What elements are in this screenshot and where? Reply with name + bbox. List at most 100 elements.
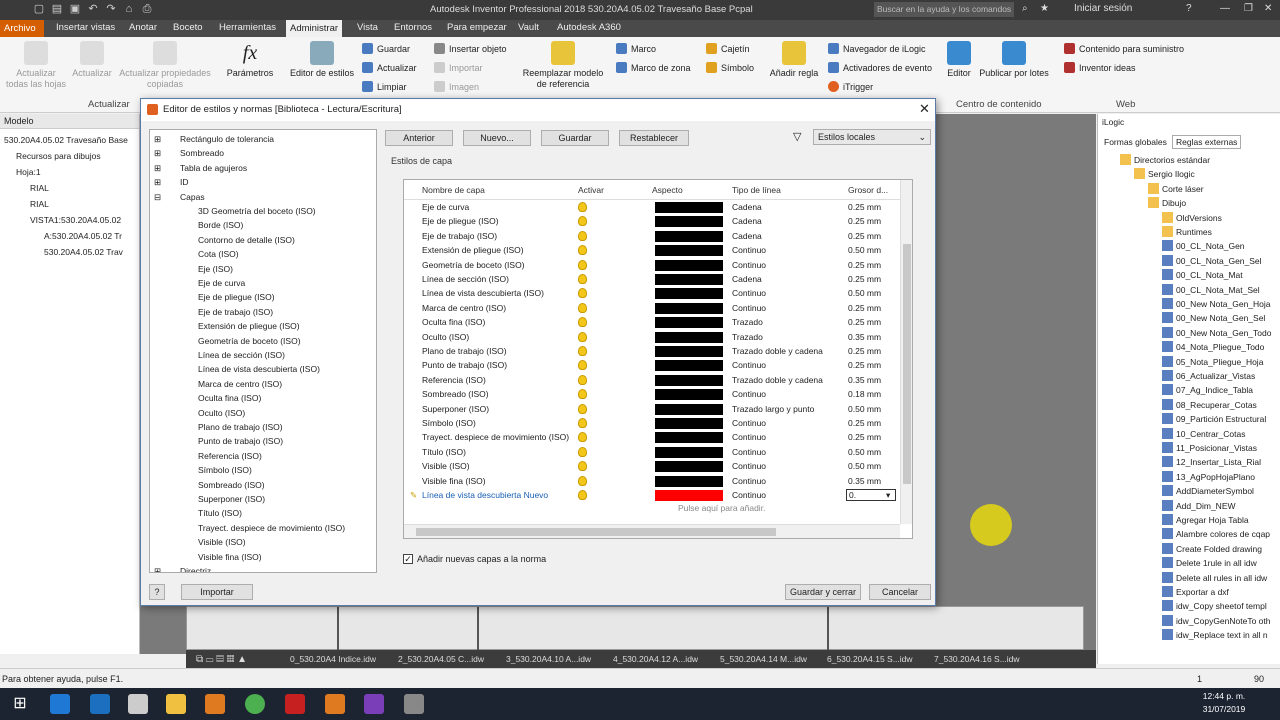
doc-tab[interactable]: 5_530.20A4.14 M...idw <box>720 654 807 664</box>
content-editor-button[interactable]: Editor <box>942 41 976 79</box>
layer-row[interactable]: Eje de trabajo (ISO) Cadena 0.25 mm <box>404 230 894 244</box>
save-icon[interactable]: ▣ <box>68 2 82 16</box>
rule-tree-item[interactable]: 10_Centrar_Cotas <box>1162 427 1245 439</box>
parameters-button[interactable]: fx Parámetros <box>220 41 280 79</box>
rule-tree-item[interactable]: 07_Ag_Indice_Tabla <box>1162 384 1253 396</box>
cancel-button[interactable]: Cancelar <box>869 584 931 600</box>
rule-tree-item[interactable]: 00_CL_Nota_Mat <box>1162 269 1243 281</box>
style-tree-item[interactable]: Eje de trabajo (ISO) <box>198 307 273 317</box>
replace-model-button[interactable]: Reemplazar modelo de referencia <box>518 41 608 90</box>
tree-rial-2[interactable]: RIAL <box>30 199 49 209</box>
style-tree-item[interactable]: Oculto (ISO) <box>198 408 245 418</box>
color-swatch[interactable] <box>655 360 723 372</box>
star-icon[interactable]: ★ <box>1040 3 1049 14</box>
style-tree-item[interactable]: Punto de trabajo (ISO) <box>198 436 283 446</box>
tree-view1[interactable]: VISTA1:530.20A4.05.02 <box>30 215 121 225</box>
border-button[interactable]: Marco <box>616 43 656 54</box>
rule-tree-item[interactable]: OldVersions <box>1162 211 1222 223</box>
tab-vault[interactable]: Vault <box>518 22 539 33</box>
horizontal-scrollbar[interactable] <box>404 524 900 538</box>
new-icon[interactable]: ▢ <box>32 2 46 16</box>
layer-row[interactable]: Referencia (ISO) Trazado doble y cadena 0.… <box>404 374 894 388</box>
color-swatch[interactable] <box>655 317 723 329</box>
style-tree-item[interactable]: Sombreado (ISO) <box>198 480 265 490</box>
layer-row[interactable]: Eje de pliegue (ISO) Cadena 0.25 mm <box>404 215 894 229</box>
visual-studio-icon[interactable] <box>364 694 384 714</box>
tree-root[interactable]: 530.20A4.05.02 Travesaño Base <box>4 135 128 145</box>
style-tree-item[interactable]: ID <box>180 177 189 187</box>
color-swatch[interactable] <box>655 346 723 357</box>
rule-tree-item[interactable]: Directorios estándar <box>1120 154 1210 165</box>
print-icon[interactable]: ⎙ <box>140 2 154 16</box>
style-tree-item[interactable]: Referencia (ISO) <box>198 451 262 461</box>
color-swatch[interactable] <box>655 490 723 501</box>
tab-entornos[interactable]: Entornos <box>394 22 432 33</box>
rule-tree-item[interactable]: Runtimes <box>1162 226 1212 237</box>
symbol-button[interactable]: Símbolo <box>706 62 754 73</box>
style-editor-button[interactable]: Editor de estilos <box>286 41 358 79</box>
lightbulb-icon[interactable] <box>578 403 587 414</box>
color-swatch[interactable] <box>655 302 723 314</box>
hscroll-thumb[interactable] <box>416 528 776 536</box>
col-linetype[interactable]: Tipo de línea <box>732 185 781 195</box>
import-button[interactable]: Importar <box>434 62 483 73</box>
zone-border-button[interactable]: Marco de zona <box>616 62 691 73</box>
lightbulb-icon[interactable] <box>578 259 587 270</box>
color-swatch[interactable] <box>655 374 723 386</box>
model-tab[interactable]: Modelo <box>0 114 139 129</box>
lightbulb-icon[interactable] <box>578 216 587 227</box>
style-tree-item[interactable]: Directriz <box>180 566 211 572</box>
rule-tree-item[interactable]: 00_CL_Nota_Gen_Sel <box>1162 254 1262 266</box>
update-button[interactable]: Actualizar <box>68 41 116 79</box>
image-button[interactable]: Imagen <box>434 81 479 92</box>
color-swatch[interactable] <box>655 230 723 242</box>
layer-row[interactable]: Marca de centro (ISO) Continuo 0.25 mm <box>404 302 894 316</box>
tab-global-forms[interactable]: Formas globales <box>1104 137 1167 147</box>
tree-view-a[interactable]: A:530.20A4.05.02 Tr <box>44 231 122 241</box>
lightbulb-icon[interactable] <box>578 317 587 328</box>
style-tree-item[interactable]: Visible (ISO) <box>198 537 246 547</box>
inventor-icon[interactable] <box>205 694 225 714</box>
lightbulb-icon[interactable] <box>578 302 587 313</box>
expand-icon[interactable]: ⊞ <box>154 163 161 174</box>
color-swatch[interactable] <box>655 446 723 458</box>
rule-tree-item[interactable]: Alambre colores de cqap <box>1162 528 1270 540</box>
rule-tree-item[interactable]: AddDiameterSymbol <box>1162 485 1254 497</box>
rule-tree-item[interactable]: Create Folded drawing <box>1162 542 1262 554</box>
layer-row[interactable]: Oculta fina (ISO) Trazado 0.25 mm <box>404 316 894 330</box>
layer-row[interactable]: Título (ISO) Continuo 0.50 mm <box>404 446 894 460</box>
chevron-down-icon[interactable]: ▾ <box>886 490 890 501</box>
style-tree-item[interactable]: Trayect. despiece de movimiento (ISO) <box>198 523 345 533</box>
lightbulb-icon[interactable] <box>578 374 587 385</box>
inventor-icon-2[interactable] <box>325 694 345 714</box>
tab-anotar[interactable]: Anotar <box>129 22 157 33</box>
lightbulb-icon[interactable] <box>578 274 587 284</box>
col-layer-name[interactable]: Nombre de capa <box>422 185 485 195</box>
lightbulb-icon[interactable] <box>578 346 587 356</box>
rule-tree-item[interactable]: 12_Insertar_Lista_Rial <box>1162 456 1261 468</box>
layer-row[interactable]: Punto de trabajo (ISO) Continuo 0.25 mm <box>404 359 894 373</box>
sign-in-link[interactable]: Iniciar sesión <box>1074 3 1132 14</box>
doc-tab[interactable]: 0_530.20A4 Indice.idw <box>290 654 376 664</box>
layer-row[interactable]: Sombreado (ISO) Continuo 0.18 mm <box>404 388 894 402</box>
expand-icon[interactable]: ⊞ <box>154 566 161 572</box>
layer-row[interactable]: Extensión de pliegue (ISO) Continuo 0.50 m… <box>404 244 894 258</box>
style-tree-item[interactable]: Línea de vista descubierta (ISO) <box>198 364 320 374</box>
layer-row[interactable]: Oculto (ISO) Trazado 0.35 mm <box>404 331 894 345</box>
redo-icon[interactable]: ↷ <box>104 2 118 16</box>
tool-icon[interactable] <box>404 694 424 714</box>
rule-tree-item[interactable]: Delete 1rule in all idw <box>1162 557 1257 569</box>
tab-autodesk-a360[interactable]: Autodesk A360 <box>557 22 621 33</box>
home-icon[interactable]: ⌂ <box>122 2 136 16</box>
col-appearance[interactable]: Aspecto <box>652 185 683 195</box>
add-rule-button[interactable]: Añadir regla <box>764 41 824 79</box>
layer-row[interactable]: Línea de vista descubierta (ISO) Continuo… <box>404 287 894 301</box>
tree-sheet[interactable]: Hoja:1 <box>16 167 41 177</box>
import-style-button[interactable]: Importar <box>181 584 253 600</box>
lightbulb-icon[interactable] <box>578 360 587 371</box>
lightbulb-icon[interactable] <box>578 245 587 256</box>
insert-object-button[interactable]: Insertar objeto <box>434 43 507 54</box>
app-icon[interactable] <box>128 694 148 714</box>
tab-vista[interactable]: Vista <box>357 22 378 33</box>
col-lineweight[interactable]: Grosor d... <box>848 185 888 195</box>
